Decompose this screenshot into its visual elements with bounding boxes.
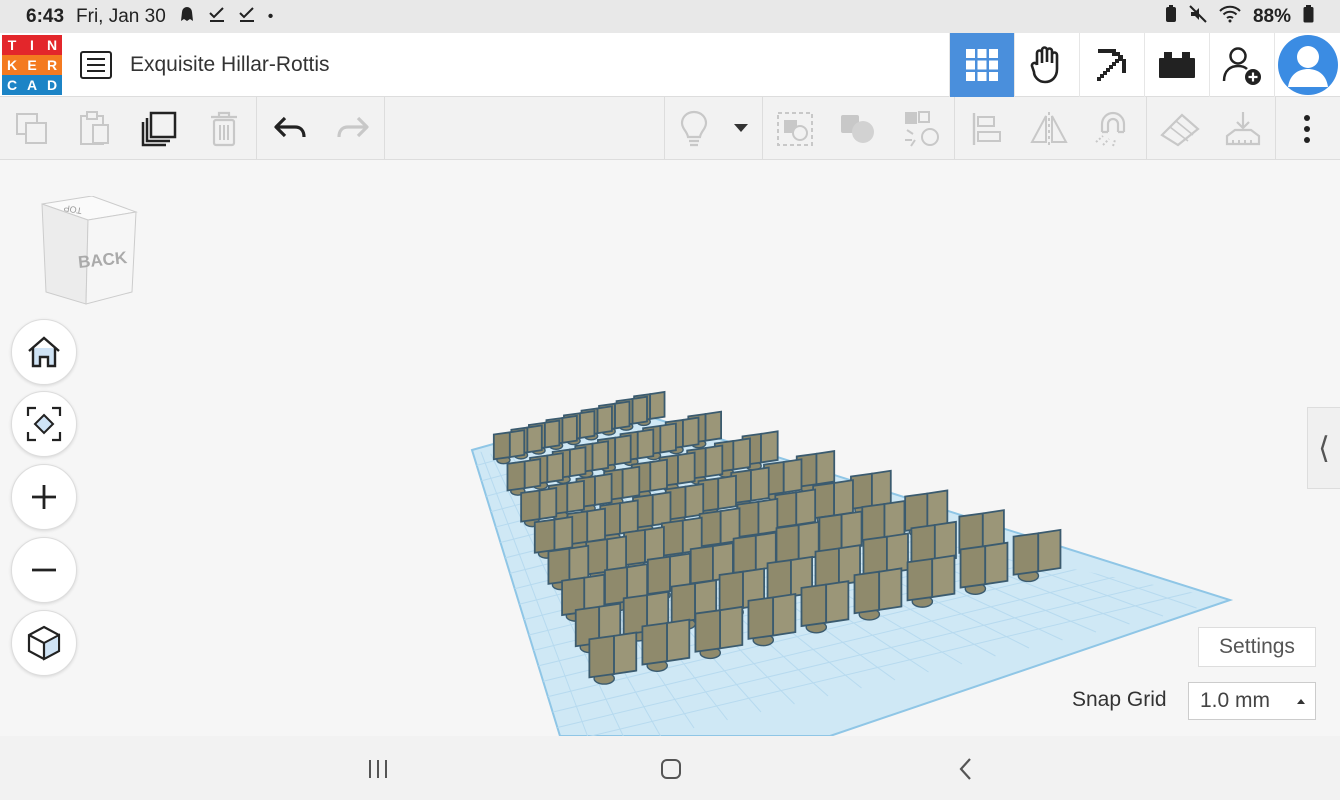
recents-icon [369, 760, 387, 778]
project-title[interactable]: Exquisite Hillar-Rottis [130, 53, 330, 77]
logo-letter: C [2, 74, 22, 95]
kebab-menu-icon [1304, 114, 1310, 143]
notes-dropdown-button[interactable] [722, 97, 760, 160]
caret-down-icon [734, 124, 748, 132]
paste-button[interactable] [64, 97, 126, 160]
invite-collaborator-button[interactable] [1209, 33, 1274, 97]
mirror-icon [1030, 111, 1068, 146]
paste-icon [80, 110, 109, 145]
view-cube[interactable]: TOP BACK [36, 195, 140, 313]
grid-icon [966, 49, 998, 81]
snap-grid-select[interactable]: 1.0 mm [1188, 682, 1316, 720]
system-navigation-bar [0, 736, 1340, 800]
logo-letter: E [22, 54, 42, 75]
battery-saver-icon [1165, 4, 1177, 29]
status-date: Fri, Jan 30 [76, 5, 166, 27]
duplicate-icon [141, 111, 177, 146]
more-options-button[interactable] [1277, 97, 1337, 160]
download-done-icon-2 [238, 5, 256, 29]
logo-letter: D [42, 74, 62, 95]
magnet-icon [1095, 111, 1126, 146]
scatter-icon [905, 110, 939, 147]
3d-design-view-button[interactable] [949, 33, 1014, 97]
logo-letter: R [42, 54, 62, 75]
snap-grid-value: 1.0 mm [1200, 689, 1271, 712]
app-header: TINKERCAD Exquisite Hillar-Rottis [0, 33, 1340, 97]
avatar [1277, 35, 1338, 95]
recent-apps-button[interactable] [358, 754, 398, 784]
chevron-left-icon: ⟨ [1318, 431, 1330, 465]
snap-grid-label: Snap Grid [1072, 688, 1167, 711]
user-profile-button[interactable] [1274, 33, 1340, 97]
align-icon [972, 112, 1001, 145]
home-nav-icon [661, 759, 681, 779]
back-nav-icon [959, 758, 971, 780]
home-view-button[interactable] [11, 319, 77, 385]
workplane-icon [1160, 112, 1200, 146]
edit-toolbar [0, 97, 1340, 160]
settings-button[interactable]: Settings [1198, 627, 1316, 667]
delete-button[interactable] [192, 97, 256, 160]
ungroup-icon [841, 114, 874, 143]
logo-letter: N [42, 34, 62, 55]
copy-button[interactable] [0, 97, 64, 160]
brick-icon [1159, 52, 1195, 78]
pickaxe-icon [1097, 49, 1126, 81]
status-time: 6:43 [26, 5, 65, 27]
home-icon [28, 336, 60, 368]
blocks-view-button[interactable] [1014, 33, 1079, 97]
projection-toggle-button[interactable] [11, 610, 77, 676]
add-user-icon [1222, 47, 1261, 85]
hand-icon [1030, 46, 1059, 84]
mirror-button[interactable] [1018, 97, 1080, 160]
ghost-notification-icon [178, 5, 196, 29]
shapes-panel-toggle[interactable]: ⟨ [1307, 407, 1340, 489]
battery-percent: 88% [1252, 5, 1291, 27]
wifi-icon [1219, 5, 1241, 29]
caret-up-icon [1297, 699, 1305, 704]
ruler-icon [1225, 111, 1261, 145]
cruise-tool-button[interactable] [890, 97, 954, 160]
undo-icon [274, 116, 306, 137]
mute-icon [1189, 4, 1207, 29]
back-nav-button[interactable] [946, 754, 986, 784]
group-icon [777, 111, 813, 146]
redo-button[interactable] [322, 97, 384, 160]
zoom-in-button[interactable] [11, 464, 77, 530]
workplane-canvas[interactable] [0, 160, 1340, 737]
multi-magnet-button[interactable] [1080, 97, 1146, 160]
notes-tool-button[interactable] [666, 97, 722, 160]
undo-button[interactable] [258, 97, 322, 160]
logo-letter: I [22, 34, 42, 55]
home-nav-button[interactable] [651, 754, 691, 784]
ruler-tool-button[interactable] [1212, 97, 1274, 160]
bricks-view-button[interactable] [1079, 33, 1144, 97]
group-button[interactable] [764, 97, 826, 160]
redo-icon [337, 116, 369, 137]
minus-icon [32, 568, 56, 572]
tinkercad-logo[interactable]: TINKERCAD [2, 34, 62, 95]
sim-lab-button[interactable] [1144, 33, 1209, 97]
copy-icon [16, 112, 47, 144]
lightbulb-icon [680, 110, 708, 146]
fit-view-button[interactable] [11, 391, 77, 457]
logo-letter: K [2, 54, 22, 75]
logo-letter: T [2, 34, 22, 55]
logo-letter: A [22, 74, 42, 95]
download-done-icon [208, 5, 226, 29]
zoom-out-button[interactable] [11, 537, 77, 603]
workplane-tool-button[interactable] [1148, 97, 1212, 160]
designs-menu-button[interactable] [80, 50, 112, 79]
duplicate-button[interactable] [126, 97, 192, 160]
cube-projection-icon [27, 625, 61, 661]
plus-icon [32, 485, 56, 509]
ungroup-button[interactable] [826, 97, 890, 160]
align-button[interactable] [956, 97, 1018, 160]
fit-to-view-icon [26, 406, 62, 442]
more-notifications-dot: • [267, 7, 274, 25]
trash-icon [211, 111, 237, 146]
status-bar: 6:43 Fri, Jan 30 • 88% [0, 0, 1340, 33]
battery-icon [1303, 4, 1314, 29]
